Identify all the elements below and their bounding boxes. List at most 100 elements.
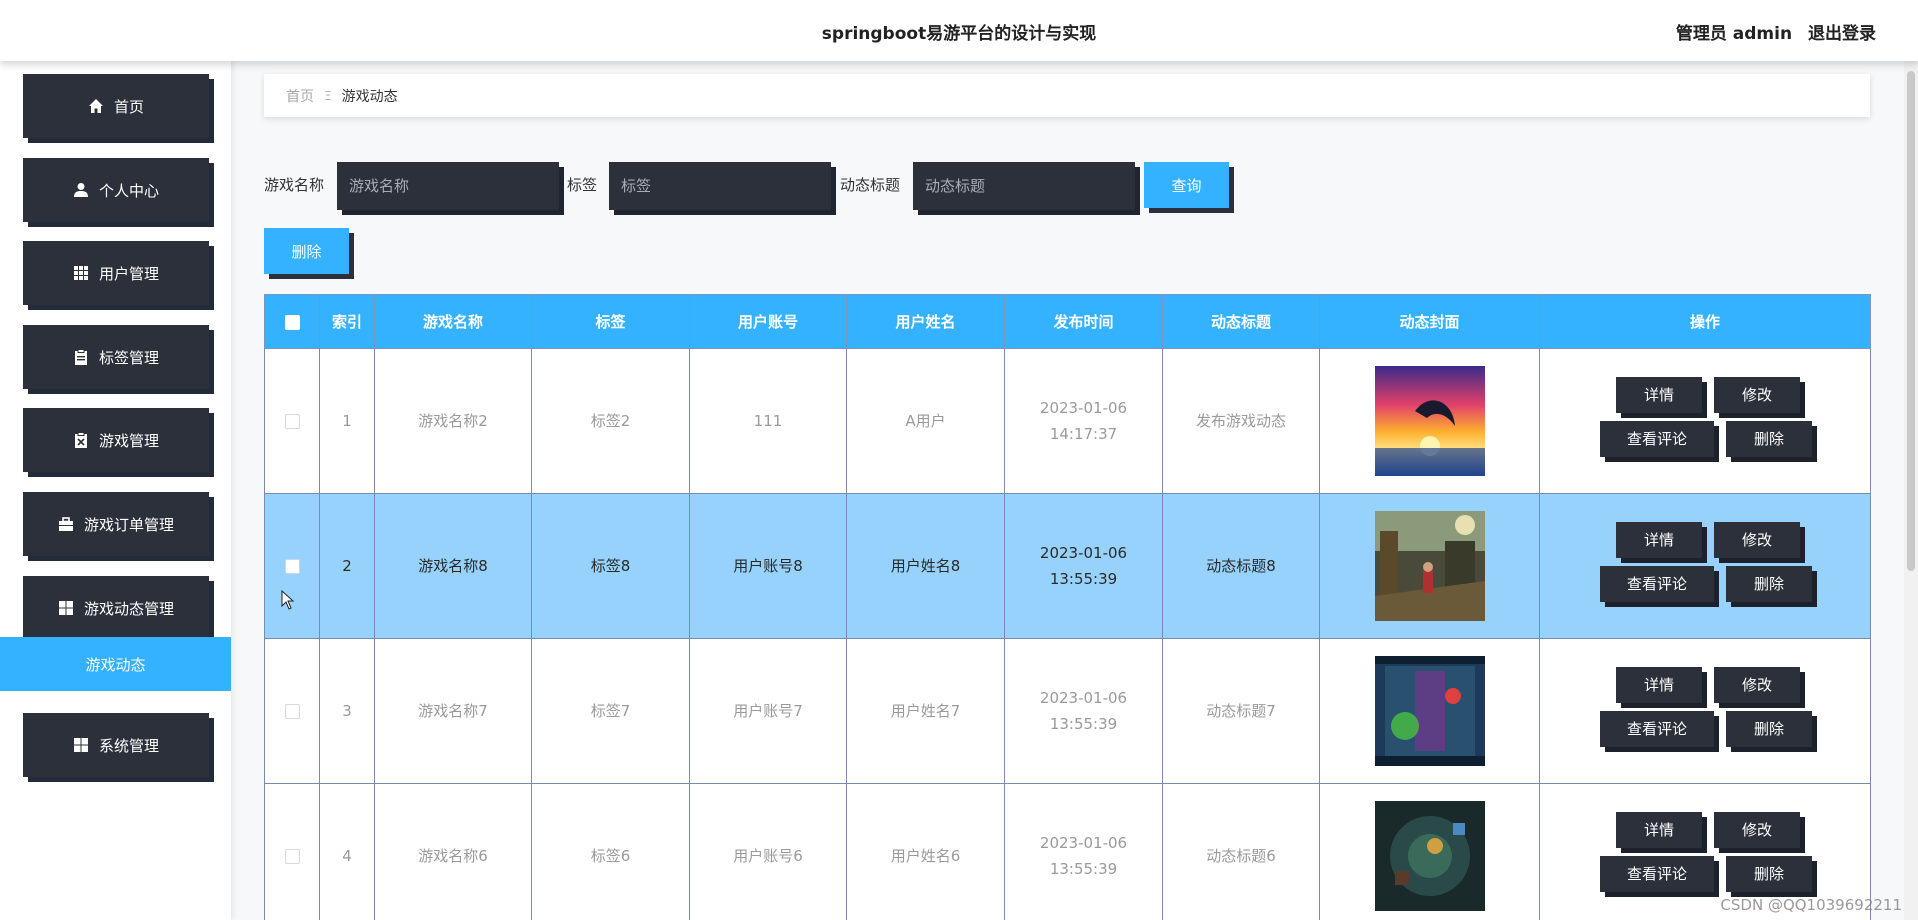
sidebar-item-label: 个人中心 (98, 181, 159, 200)
query-button[interactable]: 查询 (1144, 162, 1229, 208)
tag-label: 标签 (567, 176, 598, 194)
cell-game-name: 游戏名称6 (374, 783, 532, 920)
cell-index: 3 (319, 638, 375, 784)
top-header: springboot易游平台的设计与实现 管理员 admin 退出登录 (0, 0, 1918, 61)
sidebar-subitem-game-news[interactable]: 游戏动态 (0, 637, 231, 691)
row-checkbox[interactable] (284, 849, 300, 864)
cell-title: 动态标题8 (1162, 493, 1320, 639)
header-game-name: 游戏名称 (374, 294, 532, 349)
select-all-checkbox[interactable] (284, 314, 300, 330)
cell-title: 发布游戏动态 (1162, 348, 1320, 494)
home-icon (88, 98, 104, 114)
table-row[interactable]: 3 游戏名称7 标签7 用户账号7 用户姓名7 2023-01-06 13:55… (264, 638, 1871, 784)
cell-title: 动态标题7 (1162, 638, 1320, 784)
sidebar-item-users[interactable]: 用户管理 (23, 241, 209, 305)
cell-cover (1319, 493, 1540, 639)
cell-game-name: 游戏名称7 (374, 638, 532, 784)
cell-account: 111 (689, 348, 847, 494)
header-tag: 标签 (531, 294, 690, 349)
cell-publish-time: 2023-01-06 13:55:39 (1004, 783, 1163, 920)
windows-icon (73, 737, 89, 753)
tag-input[interactable] (609, 162, 831, 210)
detail-button[interactable]: 详情 (1616, 812, 1702, 848)
game-name-input[interactable] (337, 162, 559, 210)
cell-cover (1319, 783, 1540, 920)
windows-icon (58, 600, 74, 616)
grid-icon (73, 265, 89, 281)
row-checkbox[interactable] (284, 704, 300, 719)
breadcrumb-home[interactable]: 首页 (286, 86, 314, 106)
sidebar-item-label: 游戏管理 (98, 431, 159, 450)
edit-button[interactable]: 修改 (1714, 522, 1800, 558)
cell-index: 1 (319, 348, 375, 494)
delete-button[interactable]: 删除 (1726, 421, 1812, 457)
sidebar-item-system[interactable]: 系统管理 (23, 713, 209, 777)
user-icon (73, 182, 89, 198)
sidebar-item-game-news[interactable]: 游戏动态管理 (23, 576, 209, 640)
cell-actions: 详情 修改 查看评论 删除 (1539, 493, 1871, 639)
view-comments-button[interactable]: 查看评论 (1600, 566, 1714, 602)
breadcrumb-separator: Ξ (324, 88, 332, 103)
header-publish-time: 发布时间 (1004, 294, 1163, 349)
edit-button[interactable]: 修改 (1714, 667, 1800, 703)
select-all-cell (264, 294, 320, 349)
cell-user-name: 用户姓名6 (846, 783, 1005, 920)
cell-tag: 标签2 (531, 348, 690, 494)
logout-link[interactable]: 退出登录 (1808, 24, 1876, 44)
sidebar-item-tags[interactable]: 标签管理 (23, 325, 209, 389)
sidebar-item-label: 首页 (113, 97, 144, 116)
sidebar-item-games[interactable]: 游戏管理 (23, 408, 209, 472)
cell-index: 2 (319, 493, 375, 639)
sidebar-item-game-orders[interactable]: 游戏订单管理 (23, 492, 209, 556)
table-header-row: 索引 游戏名称 标签 用户账号 用户姓名 发布时间 动态标题 动态封面 操作 (264, 294, 1871, 349)
scrollbar-thumb[interactable] (1907, 71, 1915, 571)
view-comments-button[interactable]: 查看评论 (1600, 856, 1714, 892)
title-input[interactable] (913, 162, 1135, 210)
cell-game-name: 游戏名称2 (374, 348, 532, 494)
cell-account: 用户账号6 (689, 783, 847, 920)
header-user-area: 管理员 admin 退出登录 (1666, 19, 1876, 44)
delete-button[interactable]: 删除 (1726, 566, 1812, 602)
detail-button[interactable]: 详情 (1616, 377, 1702, 413)
cover-image-game[interactable] (1374, 511, 1485, 621)
sidebar-item-home[interactable]: 首页 (23, 74, 209, 138)
cell-cover (1319, 348, 1540, 494)
game-name-label: 游戏名称 (264, 176, 325, 194)
cell-account: 用户账号8 (689, 493, 847, 639)
view-comments-button[interactable]: 查看评论 (1600, 421, 1714, 457)
watermark: CSDN @QQ1039692211 (1720, 896, 1902, 914)
table-row[interactable]: 1 游戏名称2 标签2 111 A用户 2023-01-06 14:17:37 … (264, 348, 1871, 494)
row-checkbox[interactable] (284, 559, 300, 574)
edit-button[interactable]: 修改 (1714, 377, 1800, 413)
sidebar-item-label: 用户管理 (98, 264, 159, 283)
sidebar-item-label: 标签管理 (98, 348, 159, 367)
view-comments-button[interactable]: 查看评论 (1600, 711, 1714, 747)
delete-button[interactable]: 删除 (1726, 711, 1812, 747)
edit-button[interactable]: 修改 (1714, 812, 1800, 848)
row-actions: 详情 修改 查看评论 删除 (1546, 494, 1864, 638)
row-checkbox[interactable] (284, 414, 300, 429)
admin-label: 管理员 admin (1675, 24, 1793, 44)
cover-image-game[interactable] (1374, 656, 1485, 766)
cell-account: 用户账号7 (689, 638, 847, 784)
cell-user-name: A用户 (846, 348, 1005, 494)
app-root: springboot易游平台的设计与实现 管理员 admin 退出登录 首页 个… (0, 0, 1918, 920)
header-account: 用户账号 (689, 294, 847, 349)
app-title: springboot易游平台的设计与实现 (821, 24, 1097, 44)
sidebar-item-label: 游戏动态管理 (83, 599, 174, 618)
cell-game-name: 游戏名称8 (374, 493, 532, 639)
header-user-name: 用户姓名 (846, 294, 1005, 349)
detail-button[interactable]: 详情 (1616, 522, 1702, 558)
title-label: 动态标题 (840, 176, 901, 194)
page-scrollbar[interactable] (1904, 61, 1918, 920)
cover-image-game[interactable] (1374, 801, 1485, 911)
cell-publish-time: 2023-01-06 14:17:37 (1004, 348, 1163, 494)
detail-button[interactable]: 详情 (1616, 667, 1702, 703)
delete-button[interactable]: 删除 (1726, 856, 1812, 892)
table-row[interactable]: 4 游戏名称6 标签6 用户账号6 用户姓名6 2023-01-06 13:55… (264, 783, 1871, 920)
table-row[interactable]: 2 游戏名称8 标签8 用户账号8 用户姓名8 2023-01-06 13:55… (264, 493, 1871, 639)
sidebar-item-profile[interactable]: 个人中心 (23, 158, 209, 222)
batch-delete-button[interactable]: 删除 (264, 228, 349, 274)
game-news-table: 索引 游戏名称 标签 用户账号 用户姓名 发布时间 动态标题 动态封面 操作 1… (264, 294, 1871, 920)
cover-image-dolphin[interactable] (1374, 366, 1485, 476)
